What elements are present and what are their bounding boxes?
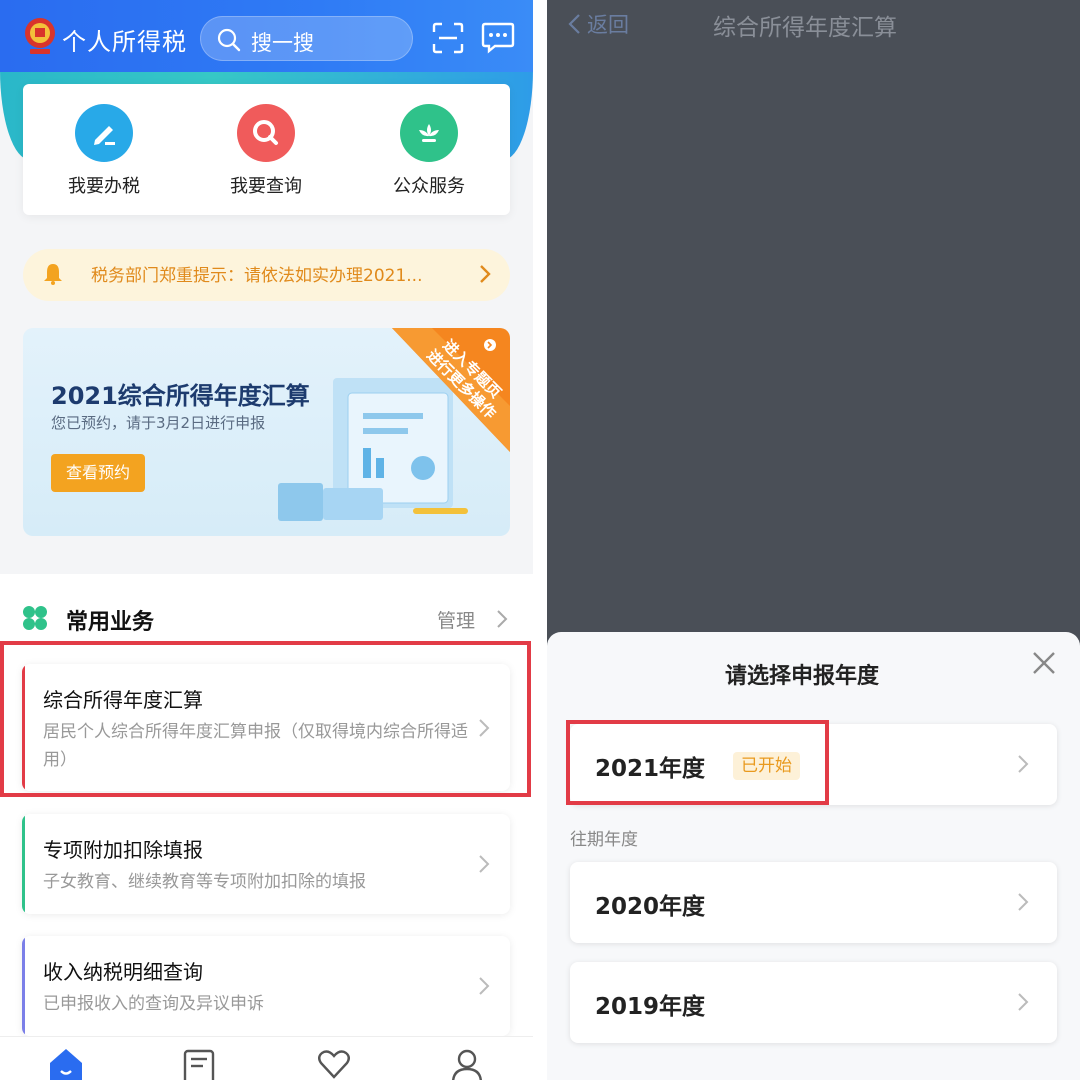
quick-actions-card: 我要办税 我要查询 公众服务 bbox=[23, 84, 510, 215]
message-icon[interactable] bbox=[481, 20, 515, 54]
search-placeholder: 搜一搜 bbox=[251, 31, 314, 55]
banner-subtitle: 您已预约，请于3月2日进行申报 bbox=[51, 414, 266, 432]
chevron-right-icon bbox=[1018, 893, 1029, 911]
left-screen: 个人所得税 搜一搜 我要办税 我要查询 公众服务 税务部门郑重提示：请依法如实办… bbox=[0, 0, 533, 1080]
chevron-left-icon bbox=[568, 14, 580, 34]
page-title: 综合所得年度汇算 bbox=[713, 15, 897, 41]
year-label: 2020年度 bbox=[595, 894, 706, 920]
home-icon[interactable] bbox=[47, 1047, 85, 1080]
quick-action-label: 我要查询 bbox=[230, 176, 302, 197]
chevron-right-icon bbox=[497, 610, 508, 628]
user-icon[interactable] bbox=[448, 1047, 486, 1080]
quick-action-label: 我要办税 bbox=[68, 176, 140, 197]
year-option-past[interactable]: 2019年度 bbox=[570, 962, 1057, 1043]
search-input[interactable]: 搜一搜 bbox=[200, 16, 413, 61]
chevron-right-icon bbox=[1018, 755, 1029, 773]
quick-action-tax[interactable]: 我要办税 bbox=[44, 104, 164, 198]
tax-emblem-icon bbox=[25, 18, 55, 54]
annual-settlement-banner[interactable]: 2021综合所得年度汇算 您已预约，请于3月2日进行申报 查看预约 进入专题页 … bbox=[23, 328, 510, 536]
bottom-tab-bar bbox=[0, 1036, 533, 1080]
banner-title: 2021综合所得年度汇算 bbox=[51, 382, 310, 410]
service-income-query[interactable]: 收入纳税明细查询 已申报收入的查询及异议申诉 bbox=[22, 936, 510, 1036]
app-title: 个人所得税 bbox=[62, 28, 187, 56]
chevron-right-icon bbox=[480, 265, 491, 283]
service-special-deduction[interactable]: 专项附加扣除填报 子女教育、继续教育等专项附加扣除的填报 bbox=[22, 814, 510, 914]
chevron-right-icon bbox=[479, 855, 490, 873]
notice-text: 税务部门郑重提示：请依法如实办理2021... bbox=[91, 266, 423, 286]
year-label: 2019年度 bbox=[595, 994, 706, 1020]
notice-bar[interactable]: 税务部门郑重提示：请依法如实办理2021... bbox=[23, 249, 510, 301]
service-desc: 子女教育、继续教育等专项附加扣除的填报 bbox=[43, 872, 366, 892]
accent-bar bbox=[22, 814, 25, 914]
quick-action-query[interactable]: 我要查询 bbox=[206, 104, 326, 198]
flower-icon bbox=[400, 104, 458, 162]
topic-page-ribbon[interactable]: 进入专题页 进行更多操作 bbox=[392, 328, 510, 452]
bell-icon bbox=[44, 264, 62, 285]
clover-icon bbox=[23, 606, 47, 630]
service-title: 收入纳税明细查询 bbox=[43, 960, 203, 984]
right-screen: 返回 综合所得年度汇算 请选择申报年度 2021年度 已开始 往期年度 2020… bbox=[547, 0, 1080, 1080]
quick-action-public[interactable]: 公众服务 bbox=[369, 104, 489, 198]
service-desc: 已申报收入的查询及异议申诉 bbox=[43, 994, 264, 1014]
past-years-label: 往期年度 bbox=[570, 830, 638, 850]
document-icon[interactable] bbox=[181, 1047, 219, 1080]
manage-link[interactable]: 管理 bbox=[437, 606, 475, 633]
quick-action-label: 公众服务 bbox=[393, 176, 465, 197]
service-title: 专项附加扣除填报 bbox=[43, 838, 203, 862]
year-option-past[interactable]: 2020年度 bbox=[570, 862, 1057, 943]
edit-icon bbox=[75, 104, 133, 162]
view-appointment-button[interactable]: 查看预约 bbox=[51, 454, 145, 492]
close-icon[interactable] bbox=[1031, 650, 1057, 676]
heart-service-icon[interactable] bbox=[315, 1047, 353, 1080]
top-bar: 个人所得税 搜一搜 bbox=[0, 0, 533, 72]
common-services-title: 常用业务 bbox=[66, 610, 155, 635]
chevron-right-icon bbox=[479, 977, 490, 995]
year-select-sheet: 请选择申报年度 2021年度 已开始 往期年度 2020年度 2019年度 bbox=[547, 632, 1080, 1080]
back-label: 返回 bbox=[587, 13, 629, 37]
chevron-right-icon bbox=[1018, 993, 1029, 1011]
highlight-box bbox=[0, 641, 531, 797]
search-doc-icon bbox=[237, 104, 295, 162]
scan-icon[interactable] bbox=[432, 22, 464, 54]
search-icon bbox=[217, 28, 241, 52]
sheet-title: 请选择申报年度 bbox=[725, 664, 880, 689]
highlight-box bbox=[566, 720, 829, 805]
accent-bar bbox=[22, 936, 25, 1036]
